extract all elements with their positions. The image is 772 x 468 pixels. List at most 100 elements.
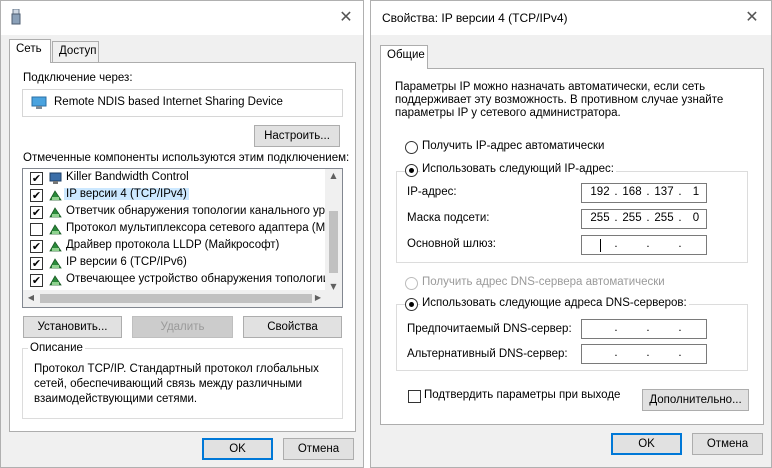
subnet-mask-label: Маска подсети: xyxy=(407,212,490,224)
vertical-scroll-thumb[interactable] xyxy=(329,211,338,273)
scroll-right-arrow-icon[interactable]: ▶ xyxy=(313,293,323,302)
mask-dot: . xyxy=(678,212,682,224)
cancel-button[interactable]: Отмена xyxy=(692,433,763,455)
mask-octet-3: 255 xyxy=(654,212,674,224)
component-list-item[interactable]: Протокол мультиплексора сетевого адаптер… xyxy=(23,221,325,238)
title-bar: Свойства: IP версии 4 (TCP/IPv4) ✕ xyxy=(371,1,771,35)
auto-ip-label[interactable]: Получить IP-адрес автоматически xyxy=(422,140,604,152)
manual-ip-radio[interactable] xyxy=(405,164,418,177)
gateway-field[interactable]: . . . xyxy=(581,235,707,255)
scrollbar-corner xyxy=(325,290,342,307)
adapter-name: Remote NDIS based Internet Sharing Devic… xyxy=(54,96,283,108)
gateway-dot: . xyxy=(678,238,682,250)
ip-dot: . xyxy=(678,186,682,198)
ip-octet-2: 168 xyxy=(622,186,642,198)
component-label: Драйвер протокола LLDP (Майкрософт) xyxy=(66,239,280,251)
manual-dns-label[interactable]: Использовать следующие адреса DNS-сервер… xyxy=(420,297,689,309)
protocol-icon xyxy=(49,258,62,269)
auto-dns-label: Получить адрес DNS-сервера автоматически xyxy=(422,276,665,288)
network-adapter-icon xyxy=(11,9,21,25)
configure-button[interactable]: Настроить... xyxy=(254,125,340,147)
text-caret xyxy=(600,239,601,252)
title-bar: ✕ xyxy=(1,1,363,35)
dns-dot: . xyxy=(646,347,650,359)
mask-dot: . xyxy=(614,212,618,224)
gateway-label: Основной шлюз: xyxy=(407,238,496,250)
alternate-dns-label: Альтернативный DNS-сервер: xyxy=(407,348,568,360)
mask-octet-1: 255 xyxy=(590,212,610,224)
dns-dot: . xyxy=(646,322,650,334)
validate-label[interactable]: Подтвердить параметры при выходе xyxy=(424,389,620,401)
alternate-dns-field[interactable]: . . . xyxy=(581,344,707,364)
advanced-button[interactable]: Дополнительно... xyxy=(642,389,749,411)
dns-dot: . xyxy=(678,322,682,334)
network-service-icon xyxy=(49,172,62,184)
component-label: IP версии 6 (TCP/IPv6) xyxy=(66,256,187,268)
component-list-item[interactable]: ✔ Killer Bandwidth Control xyxy=(23,170,325,187)
component-list-item[interactable]: ✔ IP версии 4 (TCP/IPv4) xyxy=(23,187,325,204)
unchecked-checkbox[interactable] xyxy=(30,223,43,236)
dns-dot: . xyxy=(614,322,618,334)
close-button[interactable]: ✕ xyxy=(329,3,363,31)
description-text: Протокол TCP/IP. Стандартный протокол гл… xyxy=(34,363,319,405)
component-label: Отвечающее устройство обнаружения тополо… xyxy=(66,273,325,285)
ip-dot: . xyxy=(614,186,618,198)
manual-dns-radio[interactable] xyxy=(405,298,418,311)
checked-checkbox[interactable]: ✔ xyxy=(30,257,43,270)
connect-using-label: Подключение через: xyxy=(23,72,133,84)
gateway-dot: . xyxy=(646,238,650,250)
intro-text: Параметры IP можно назначать автоматичес… xyxy=(395,81,724,119)
component-list-item[interactable]: ✔ Отвечающее устройство обнаружения топол… xyxy=(23,272,325,289)
component-label: Протокол мультиплексора сетевого адаптер… xyxy=(66,222,325,234)
ipv4-properties-dialog: Свойства: IP версии 4 (TCP/IPv4) ✕ Общие… xyxy=(370,0,772,468)
install-button[interactable]: Установить... xyxy=(23,316,122,338)
mask-octet-4: 0 xyxy=(692,212,700,224)
checked-checkbox[interactable]: ✔ xyxy=(30,206,43,219)
mask-octet-2: 255 xyxy=(622,212,642,224)
close-button[interactable]: ✕ xyxy=(735,3,769,31)
preferred-dns-label: Предпочитаемый DNS-сервер: xyxy=(407,323,572,335)
tab-network[interactable]: Сеть xyxy=(9,39,51,63)
scroll-up-arrow-icon[interactable]: ▲ xyxy=(325,171,342,180)
checked-checkbox[interactable]: ✔ xyxy=(30,274,43,287)
ip-dot: . xyxy=(646,186,650,198)
ip-octet-1: 192 xyxy=(590,186,610,198)
properties-button[interactable]: Свойства xyxy=(243,316,342,338)
components-label: Отмеченные компоненты используются этим … xyxy=(23,152,350,164)
checked-checkbox[interactable]: ✔ xyxy=(30,240,43,253)
preferred-dns-field[interactable]: . . . xyxy=(581,319,707,339)
ip-octet-4: 1 xyxy=(692,186,700,198)
scroll-left-arrow-icon[interactable]: ◀ xyxy=(26,293,36,302)
subnet-mask-field[interactable]: 255 . 255 . 255 . 0 xyxy=(581,209,707,229)
dns-dot: . xyxy=(678,347,682,359)
ok-button[interactable]: OK xyxy=(202,438,273,460)
checked-checkbox[interactable]: ✔ xyxy=(30,172,43,185)
dialog-title: Свойства: IP версии 4 (TCP/IPv4) xyxy=(382,11,568,25)
adapter-properties-dialog: ✕ Сеть Доступ Подключение через: Remote … xyxy=(0,0,364,468)
component-list-item[interactable]: ✔ Драйвер протокола LLDP (Майкрософт) xyxy=(23,238,325,255)
components-list[interactable]: ✔ Killer Bandwidth Control ✔ IP версии 4 (T… xyxy=(22,168,343,308)
dns-dot: . xyxy=(614,347,618,359)
ip-octet-3: 137 xyxy=(654,186,674,198)
tab-general[interactable]: Общие xyxy=(380,45,428,69)
protocol-icon xyxy=(49,275,62,286)
auto-dns-radio xyxy=(405,277,418,290)
component-label: Ответчик обнаружения топологии канальног… xyxy=(66,205,325,217)
checked-checkbox[interactable]: ✔ xyxy=(30,189,43,202)
component-label: IP версии 4 (TCP/IPv4) xyxy=(64,188,189,200)
component-list-item[interactable]: ✔ Ответчик обнаружения топологии канально… xyxy=(23,204,325,221)
vertical-scrollbar[interactable]: ▲ ▼ xyxy=(325,169,342,292)
component-list-item[interactable]: ✔ IP версии 6 (TCP/IPv6) xyxy=(23,255,325,272)
cancel-button[interactable]: Отмена xyxy=(283,438,354,460)
validate-checkbox[interactable] xyxy=(408,390,421,403)
protocol-icon xyxy=(49,207,62,218)
horizontal-scrollbar[interactable]: ◀ ▶ xyxy=(23,290,325,307)
mask-dot: . xyxy=(646,212,650,224)
manual-ip-label[interactable]: Использовать следующий IP-адрес: xyxy=(420,163,616,175)
auto-ip-radio[interactable] xyxy=(405,141,418,154)
ip-address-label: IP-адрес: xyxy=(407,186,457,198)
ip-address-field[interactable]: 192 . 168 . 137 . 1 xyxy=(581,183,707,203)
ok-button[interactable]: OK xyxy=(611,433,682,455)
tab-sharing[interactable]: Доступ xyxy=(52,41,99,63)
horizontal-scroll-thumb[interactable] xyxy=(40,294,312,303)
